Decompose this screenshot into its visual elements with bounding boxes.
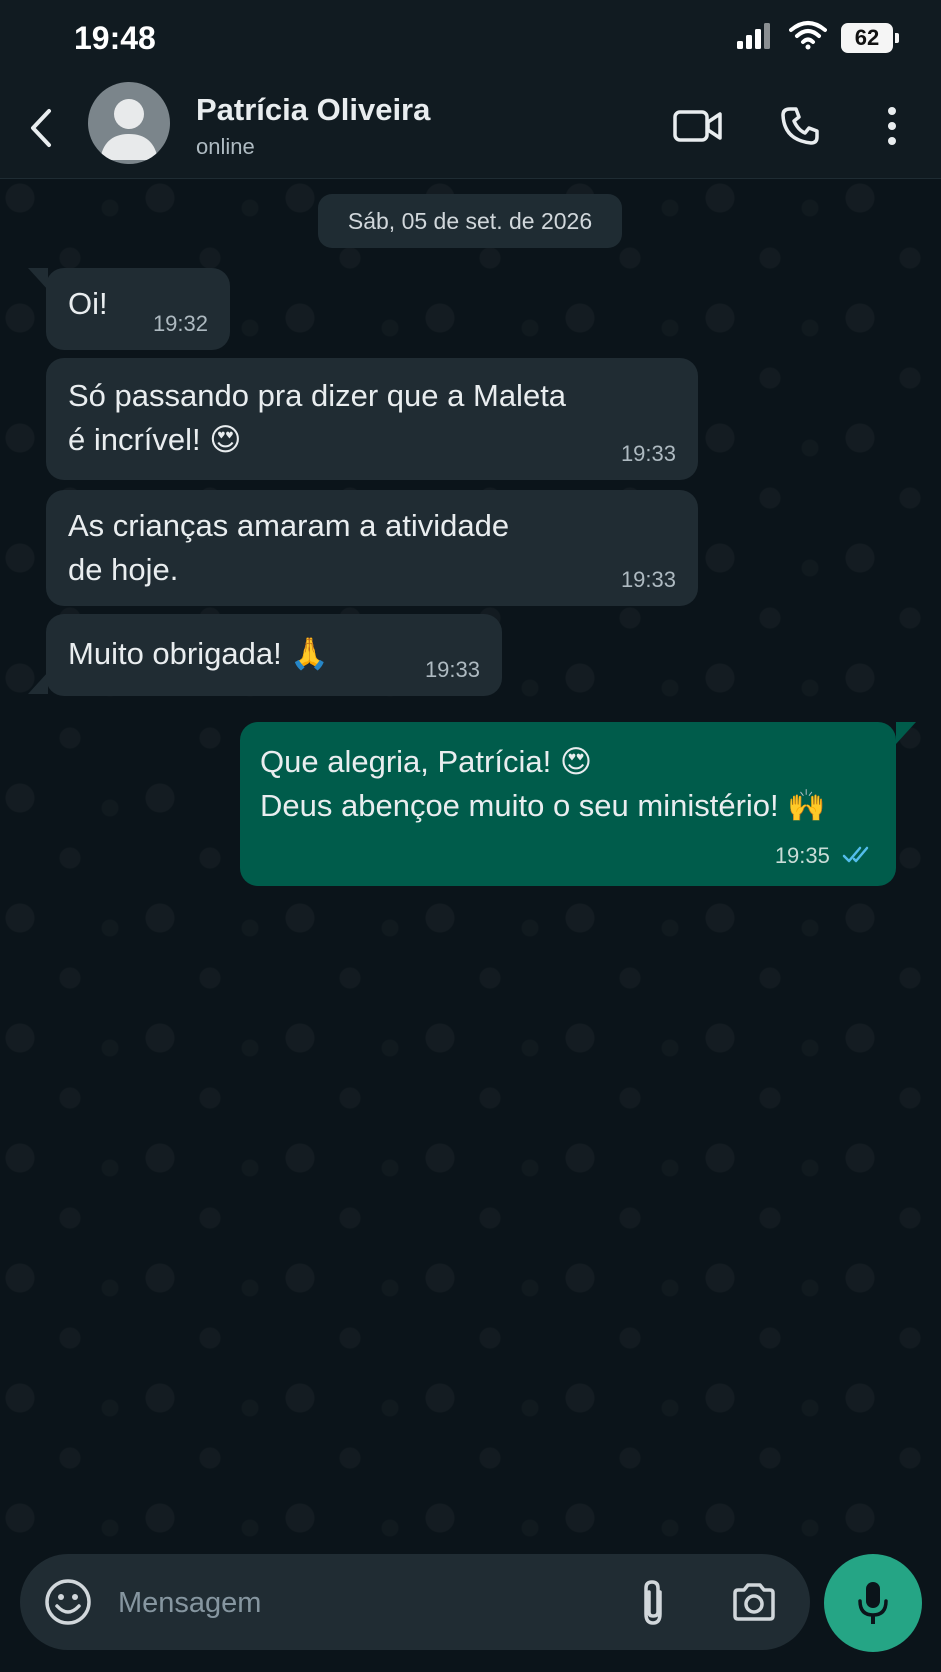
camera-icon <box>733 1583 775 1621</box>
message-time: 19:33 <box>424 657 480 682</box>
message-bubble-incoming[interactable]: Só passando pra dizer que a Maleta é inc… <box>46 358 698 480</box>
microphone-icon <box>858 1582 888 1624</box>
emoji-button[interactable] <box>42 1576 94 1628</box>
bubble-tail <box>28 672 48 694</box>
message-composer <box>20 1554 810 1650</box>
message-time: 19:33 <box>620 567 676 592</box>
contact-name[interactable]: Patrícia Oliveira <box>196 92 430 128</box>
message-text: Muito obrigada! 🙏 <box>68 636 329 671</box>
back-button[interactable] <box>20 102 60 154</box>
message-time: 19:32 <box>152 311 208 336</box>
contact-status: online <box>196 134 255 159</box>
message-time: 19:35 <box>774 843 830 869</box>
status-icons: 62 <box>735 20 899 55</box>
status-time: 19:48 <box>74 20 156 56</box>
message-text: Oi! <box>68 286 108 321</box>
message-input[interactable] <box>116 1574 600 1632</box>
message-time: 19:33 <box>620 441 676 466</box>
read-ticks-icon <box>842 845 876 870</box>
date-separator: Sáb, 05 de set. de 2026 <box>318 194 622 248</box>
video-call-button[interactable] <box>670 98 726 154</box>
message-bubble-incoming[interactable]: Muito obrigada! 🙏 19:33 <box>46 614 502 696</box>
message-text: Só passando pra dizer que a Maleta é inc… <box>68 378 567 457</box>
message-text: As crianças amaram a atividade de hoje. <box>68 508 510 587</box>
message-text: Que alegria, Patrícia! 😍 Deus abençoe mu… <box>260 744 826 823</box>
signal-icon <box>735 21 775 54</box>
bubble-tail <box>28 268 48 290</box>
video-camera-icon <box>673 110 722 142</box>
phone-icon <box>781 107 819 145</box>
more-options-button[interactable] <box>864 98 920 154</box>
avatar[interactable] <box>88 82 170 164</box>
more-vertical-icon <box>888 107 896 145</box>
message-meta: 19:35 <box>775 844 876 870</box>
bubble-tail <box>896 722 916 744</box>
voice-call-button[interactable] <box>772 98 828 154</box>
chat-header: Patrícia Oliveira online <box>0 78 941 179</box>
voice-message-button[interactable] <box>824 1554 922 1652</box>
smiley-icon <box>45 1579 91 1625</box>
paperclip-icon <box>644 1580 662 1625</box>
chevron-left-icon <box>31 109 51 147</box>
camera-button[interactable] <box>726 1576 782 1628</box>
message-bubble-incoming[interactable]: As crianças amaram a atividade de hoje. … <box>46 490 698 606</box>
status-bar: 19:48 62 <box>0 0 941 78</box>
battery-level: 62 <box>854 24 880 50</box>
message-bubble-incoming[interactable]: Oi! 19:32 <box>46 268 230 350</box>
default-avatar-icon <box>100 99 158 160</box>
wifi-icon <box>789 20 827 55</box>
message-bubble-outgoing[interactable]: Que alegria, Patrícia! 😍 Deus abençoe mu… <box>240 722 896 886</box>
attach-button[interactable] <box>628 1576 678 1628</box>
battery-icon: 62 <box>841 22 899 53</box>
